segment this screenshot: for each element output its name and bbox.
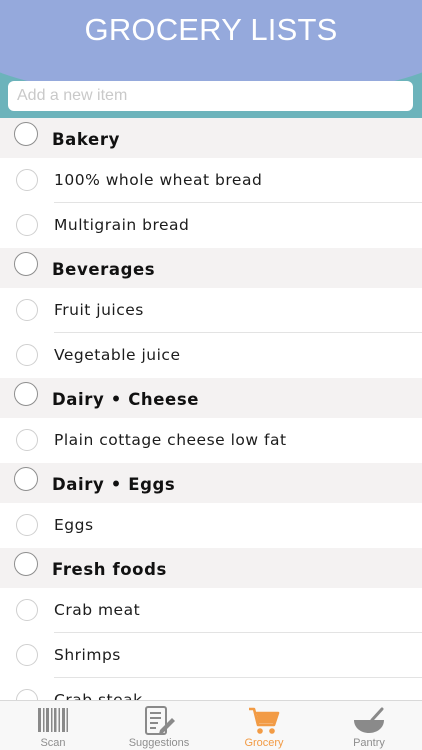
item-check-circle[interactable]: [16, 689, 38, 700]
category-header-dairy-eggs[interactable]: Dairy • Eggs: [0, 463, 422, 503]
tab-scan[interactable]: Scan: [0, 701, 106, 750]
add-item-input[interactable]: [8, 81, 413, 111]
list-item[interactable]: Vegetable juice: [0, 333, 422, 378]
item-label: Plain cottage cheese low fat: [54, 431, 287, 449]
suggestions-list-icon: [145, 706, 175, 735]
item-label: Crab meat: [54, 601, 141, 619]
item-check-circle[interactable]: [16, 514, 38, 536]
tab-grocery[interactable]: Grocery: [212, 701, 316, 750]
category-header-bakery[interactable]: Bakery: [0, 118, 422, 158]
item-label: 100% whole wheat bread: [54, 171, 263, 189]
grocery-list[interactable]: Bakery 100% whole wheat bread Multigrain…: [0, 118, 422, 700]
list-item[interactable]: Fruit juices: [0, 288, 422, 333]
item-check-circle[interactable]: [16, 599, 38, 621]
category-label: Dairy • Cheese: [52, 390, 200, 409]
category-check-circle[interactable]: [14, 122, 38, 146]
list-item[interactable]: Crab steak: [0, 678, 422, 700]
item-check-circle[interactable]: [16, 299, 38, 321]
item-check-circle[interactable]: [16, 214, 38, 236]
category-label: Bakery: [52, 130, 120, 149]
list-item[interactable]: Eggs: [0, 503, 422, 548]
tab-suggestions[interactable]: Suggestions: [106, 701, 212, 750]
category-header-dairy-cheese[interactable]: Dairy • Cheese: [0, 378, 422, 418]
list-item[interactable]: Shrimps: [0, 633, 422, 678]
item-check-circle[interactable]: [16, 344, 38, 366]
pantry-bowl-icon: [354, 707, 384, 733]
item-check-circle[interactable]: [16, 169, 38, 191]
item-check-circle[interactable]: [16, 644, 38, 666]
list-item[interactable]: Multigrain bread: [0, 203, 422, 248]
tab-label: Grocery: [244, 737, 284, 749]
page-title: GROCERY LISTS: [84, 12, 338, 47]
app-header: GROCERY LISTS: [0, 0, 422, 118]
tab-bar: Scan Suggestions Grocery Pantry: [0, 700, 422, 750]
category-check-circle[interactable]: [14, 467, 38, 491]
category-check-circle[interactable]: [14, 252, 38, 276]
category-check-circle[interactable]: [14, 382, 38, 406]
item-label: Shrimps: [54, 646, 121, 664]
category-label: Fresh foods: [52, 560, 167, 579]
category-header-fresh-foods[interactable]: Fresh foods: [0, 548, 422, 588]
list-item[interactable]: 100% whole wheat bread: [0, 158, 422, 203]
list-item[interactable]: Plain cottage cheese low fat: [0, 418, 422, 463]
cart-icon: [249, 707, 280, 734]
tab-label: Pantry: [353, 737, 385, 749]
item-check-circle[interactable]: [16, 429, 38, 451]
tab-label: Scan: [40, 737, 66, 749]
item-label: Fruit juices: [54, 301, 144, 319]
category-label: Beverages: [52, 260, 156, 279]
category-header-beverages[interactable]: Beverages: [0, 248, 422, 288]
item-label: Eggs: [54, 516, 94, 534]
category-check-circle[interactable]: [14, 552, 38, 576]
category-label: Dairy • Eggs: [52, 475, 176, 494]
item-label: Multigrain bread: [54, 216, 190, 234]
tab-pantry[interactable]: Pantry: [316, 701, 422, 750]
barcode-icon: [38, 708, 68, 732]
tab-label: Suggestions: [128, 737, 190, 749]
item-label: Vegetable juice: [54, 346, 181, 364]
item-label: Crab steak: [54, 691, 143, 700]
list-item[interactable]: Crab meat: [0, 588, 422, 633]
